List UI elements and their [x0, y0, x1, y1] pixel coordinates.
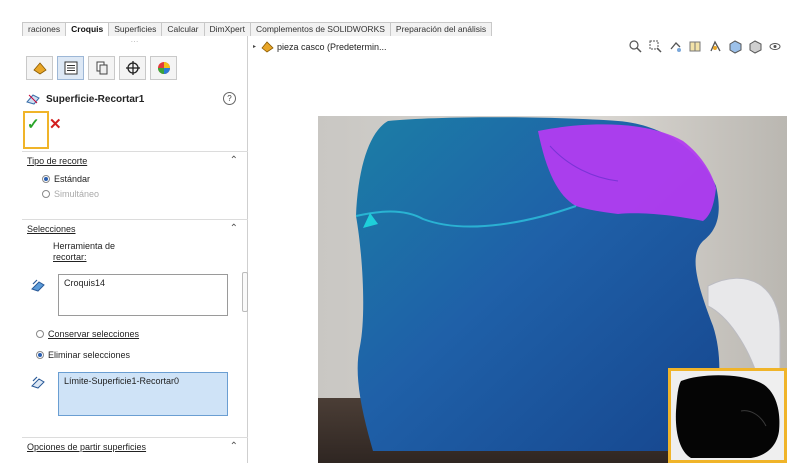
zoom-to-fit-icon[interactable]: [628, 39, 643, 54]
crosshair-icon: [125, 61, 140, 75]
dynamic-annotation-icon[interactable]: [708, 39, 723, 54]
radio-dot: [42, 175, 50, 183]
preview-thumbnail: [668, 368, 787, 463]
command-manager: raciones Croquis Superficies Calcular Di…: [0, 0, 787, 36]
help-button[interactable]: ?: [223, 92, 236, 105]
trim-tool-icon: [31, 279, 45, 292]
radio-dot: [36, 330, 44, 338]
pieces-to-remove-box[interactable]: Límite-Superficie1-Recortar0: [58, 372, 228, 416]
trim-tool-label-line2: recortar:: [53, 252, 87, 262]
cancel-button[interactable]: ✕: [49, 115, 62, 133]
dimxpert-manager-tab[interactable]: [119, 56, 146, 80]
expand-icon[interactable]: ▸: [253, 43, 256, 50]
ok-button[interactable]: ✓: [27, 115, 40, 133]
display-manager-tab[interactable]: [150, 56, 177, 80]
section-divider: [22, 437, 248, 438]
panel-grip[interactable]: ⋯: [22, 37, 247, 46]
tab-complementos[interactable]: Complementos de SOLIDWORKS: [249, 22, 391, 36]
section-label: Selecciones: [27, 224, 76, 234]
collapse-chevron-icon[interactable]: ⌃: [230, 223, 238, 234]
configuration-icon: [96, 61, 107, 75]
property-manager-panel: ⋯ Superficie-Recortar1 ? ✓ ✕ Tipo de rec…: [22, 36, 248, 463]
radio-label: Simultáneo: [54, 189, 100, 199]
heads-up-view-toolbar: [628, 38, 783, 54]
radio-label: Eliminar selecciones: [48, 350, 131, 360]
section-label: Opciones de partir superficies: [27, 442, 147, 452]
section-divider: [22, 219, 248, 220]
radio-label: Estándar: [54, 174, 91, 184]
section-divider: [22, 151, 248, 152]
section-selecciones[interactable]: Selecciones ⌃: [22, 219, 248, 237]
display-style-icon[interactable]: [748, 39, 763, 54]
tab-operaciones[interactable]: raciones: [22, 22, 67, 36]
collapse-chevron-icon[interactable]: ⌃: [230, 155, 238, 166]
tab-dimxpert[interactable]: DimXpert: [203, 22, 251, 36]
tab-superficies[interactable]: Superficies: [108, 22, 163, 36]
hide-show-items-icon[interactable]: [768, 39, 783, 54]
document-title: pieza casco (Predetermin...: [277, 41, 387, 52]
panel-resize-handle[interactable]: [242, 272, 248, 312]
part-icon: [261, 41, 274, 53]
section-opciones-de-partir-superficies[interactable]: Opciones de partir superficies ⌃: [22, 437, 248, 455]
feature-tree-icon: [32, 62, 47, 75]
feature-title: Superficie-Recortar1: [46, 93, 145, 105]
section-label: Tipo de recorte: [27, 156, 88, 166]
pieces-value[interactable]: Límite-Superficie1-Recortar0: [64, 376, 179, 386]
collapse-chevron-icon[interactable]: ⌃: [230, 441, 238, 452]
graphics-area[interactable]: ▸ pieza casco (Predetermin...: [249, 36, 787, 463]
feature-manager-tab[interactable]: [26, 56, 53, 80]
radio-estandar[interactable]: Estándar: [42, 174, 90, 184]
trim-tool-selection-box[interactable]: Croquis14: [58, 274, 228, 316]
pieces-to-remove-icon: [31, 376, 45, 389]
zoom-to-area-icon[interactable]: [648, 39, 663, 54]
radio-eliminar-selecciones[interactable]: Eliminar selecciones: [36, 350, 130, 360]
property-list-icon: [64, 61, 77, 75]
tab-calcular[interactable]: Calcular: [161, 22, 205, 36]
helmet-thumbnail-image: [671, 371, 784, 460]
property-manager-tab[interactable]: [57, 56, 84, 80]
radio-conservar-selecciones[interactable]: Conservar selecciones: [36, 329, 139, 339]
radio-label: Conservar selecciones: [48, 329, 140, 339]
section-view-icon[interactable]: [688, 39, 703, 54]
trim-tool-label-line1: Herramienta de: [53, 241, 116, 251]
command-tabbar: raciones Croquis Superficies Calcular Di…: [22, 22, 493, 36]
view-orientation-icon[interactable]: [728, 39, 743, 54]
feature-header: Superficie-Recortar1 ?: [26, 91, 244, 107]
configuration-manager-tab[interactable]: [88, 56, 115, 80]
tab-croquis[interactable]: Croquis: [65, 22, 110, 36]
trim-tool-value[interactable]: Croquis14: [64, 278, 105, 288]
appearance-ball-icon: [157, 62, 170, 74]
feature-tree-flyout[interactable]: ▸ pieza casco (Predetermin...: [253, 40, 387, 53]
section-tipo-de-recorte[interactable]: Tipo de recorte ⌃: [22, 151, 248, 169]
panel-tabs: [26, 56, 177, 80]
radio-dot: [42, 190, 50, 198]
tab-preparacion-analisis[interactable]: Preparación del análisis: [389, 22, 493, 36]
radio-dot: [36, 351, 44, 359]
previous-view-icon[interactable]: [668, 39, 683, 54]
surface-trim-icon: [26, 94, 40, 105]
radio-simultaneo[interactable]: Simultáneo: [42, 189, 99, 199]
